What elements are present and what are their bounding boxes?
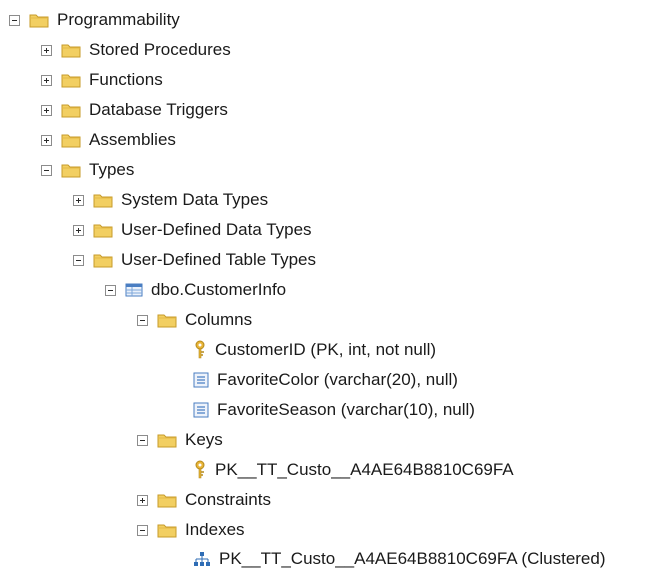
folder-icon (61, 42, 81, 58)
tree-node-column-customerid[interactable]: CustomerID (PK, int, not null) (193, 337, 436, 363)
tree-node-stored-procedures[interactable]: Stored Procedures (41, 37, 231, 63)
tree-node-assemblies[interactable]: Assemblies (41, 127, 176, 153)
key-icon (193, 460, 207, 480)
collapse-toggle-icon[interactable] (137, 434, 148, 446)
tree-node-keys[interactable]: Keys (137, 427, 223, 453)
expand-toggle-icon[interactable] (41, 44, 52, 56)
tree-node-system-data-types[interactable]: System Data Types (73, 187, 268, 213)
expand-toggle-icon[interactable] (41, 104, 52, 116)
tree-node-label: Programmability (57, 10, 180, 29)
folder-icon (29, 12, 49, 28)
tree-node-label: dbo.CustomerInfo (151, 280, 287, 299)
folder-icon (157, 492, 177, 508)
tree-node-columns[interactable]: Columns (137, 307, 252, 333)
tree-node-label: FavoriteSeason (varchar(10), null) (217, 400, 475, 419)
tree-node-label: System Data Types (121, 190, 269, 209)
tree-node-label: Functions (89, 70, 163, 89)
tree-node-programmability[interactable]: Programmability (9, 7, 180, 33)
tree-node-column-favoritecolor[interactable]: FavoriteColor (varchar(20), null) (193, 367, 458, 393)
collapse-toggle-icon[interactable] (137, 314, 148, 326)
column-icon (193, 372, 209, 388)
column-icon (193, 402, 209, 418)
tree-node-label: Keys (185, 430, 223, 449)
tree-node-label: CustomerID (PK, int, not null) (215, 340, 437, 359)
expand-toggle-icon[interactable] (41, 74, 52, 86)
tree-node-types[interactable]: Types (41, 157, 134, 183)
tree-node-indexes[interactable]: Indexes (137, 517, 245, 543)
folder-icon (157, 432, 177, 448)
tree-node-label: User-Defined Data Types (121, 220, 312, 239)
collapse-toggle-icon[interactable] (9, 14, 20, 26)
tree-node-table-type[interactable]: dbo.CustomerInfo (105, 277, 286, 303)
tree-node-label: Constraints (185, 490, 271, 509)
tree-node-user-defined-data-types[interactable]: User-Defined Data Types (73, 217, 312, 243)
tree-node-label: Columns (185, 310, 253, 329)
tree-node-primary-key[interactable]: PK__TT_Custo__A4AE64B8810C69FA (193, 457, 514, 483)
folder-icon (61, 132, 81, 148)
expand-toggle-icon[interactable] (137, 494, 148, 506)
collapse-toggle-icon[interactable] (41, 164, 52, 176)
folder-icon (61, 162, 81, 178)
tree-node-label: Database Triggers (89, 100, 228, 119)
tree-node-user-defined-table-types[interactable]: User-Defined Table Types (73, 247, 316, 273)
folder-icon (93, 192, 113, 208)
tree-node-label: Stored Procedures (89, 40, 231, 59)
tree-node-label: User-Defined Table Types (121, 250, 316, 269)
tree-node-column-favoriteseason[interactable]: FavoriteSeason (varchar(10), null) (193, 397, 475, 423)
folder-icon (93, 222, 113, 238)
tree-node-label: PK__TT_Custo__A4AE64B8810C69FA (215, 460, 514, 479)
tree-node-label: Assemblies (89, 130, 176, 149)
tree-node-clustered-index[interactable]: PK__TT_Custo__A4AE64B8810C69FA (Clustere… (193, 546, 606, 572)
tree-node-label: PK__TT_Custo__A4AE64B8810C69FA (Clustere… (219, 549, 606, 568)
expand-toggle-icon[interactable] (73, 224, 84, 236)
collapse-toggle-icon[interactable] (105, 284, 116, 296)
expand-toggle-icon[interactable] (41, 134, 52, 146)
folder-icon (93, 252, 113, 268)
key-icon (193, 340, 207, 360)
tree-node-label: Types (89, 160, 135, 179)
folder-icon (61, 72, 81, 88)
tree-node-label: Indexes (185, 520, 245, 539)
expand-toggle-icon[interactable] (73, 194, 84, 206)
table-icon (125, 282, 143, 298)
index-icon (193, 551, 211, 567)
folder-icon (157, 312, 177, 328)
collapse-toggle-icon[interactable] (73, 254, 84, 266)
collapse-toggle-icon[interactable] (137, 524, 148, 536)
tree-node-label: FavoriteColor (varchar(20), null) (217, 370, 458, 389)
folder-icon (157, 522, 177, 538)
tree-node-functions[interactable]: Functions (41, 67, 163, 93)
folder-icon (61, 102, 81, 118)
tree-node-database-triggers[interactable]: Database Triggers (41, 97, 228, 123)
object-explorer-tree: Programmability Stored Procedures Functi… (0, 0, 648, 573)
tree-node-constraints[interactable]: Constraints (137, 487, 271, 513)
